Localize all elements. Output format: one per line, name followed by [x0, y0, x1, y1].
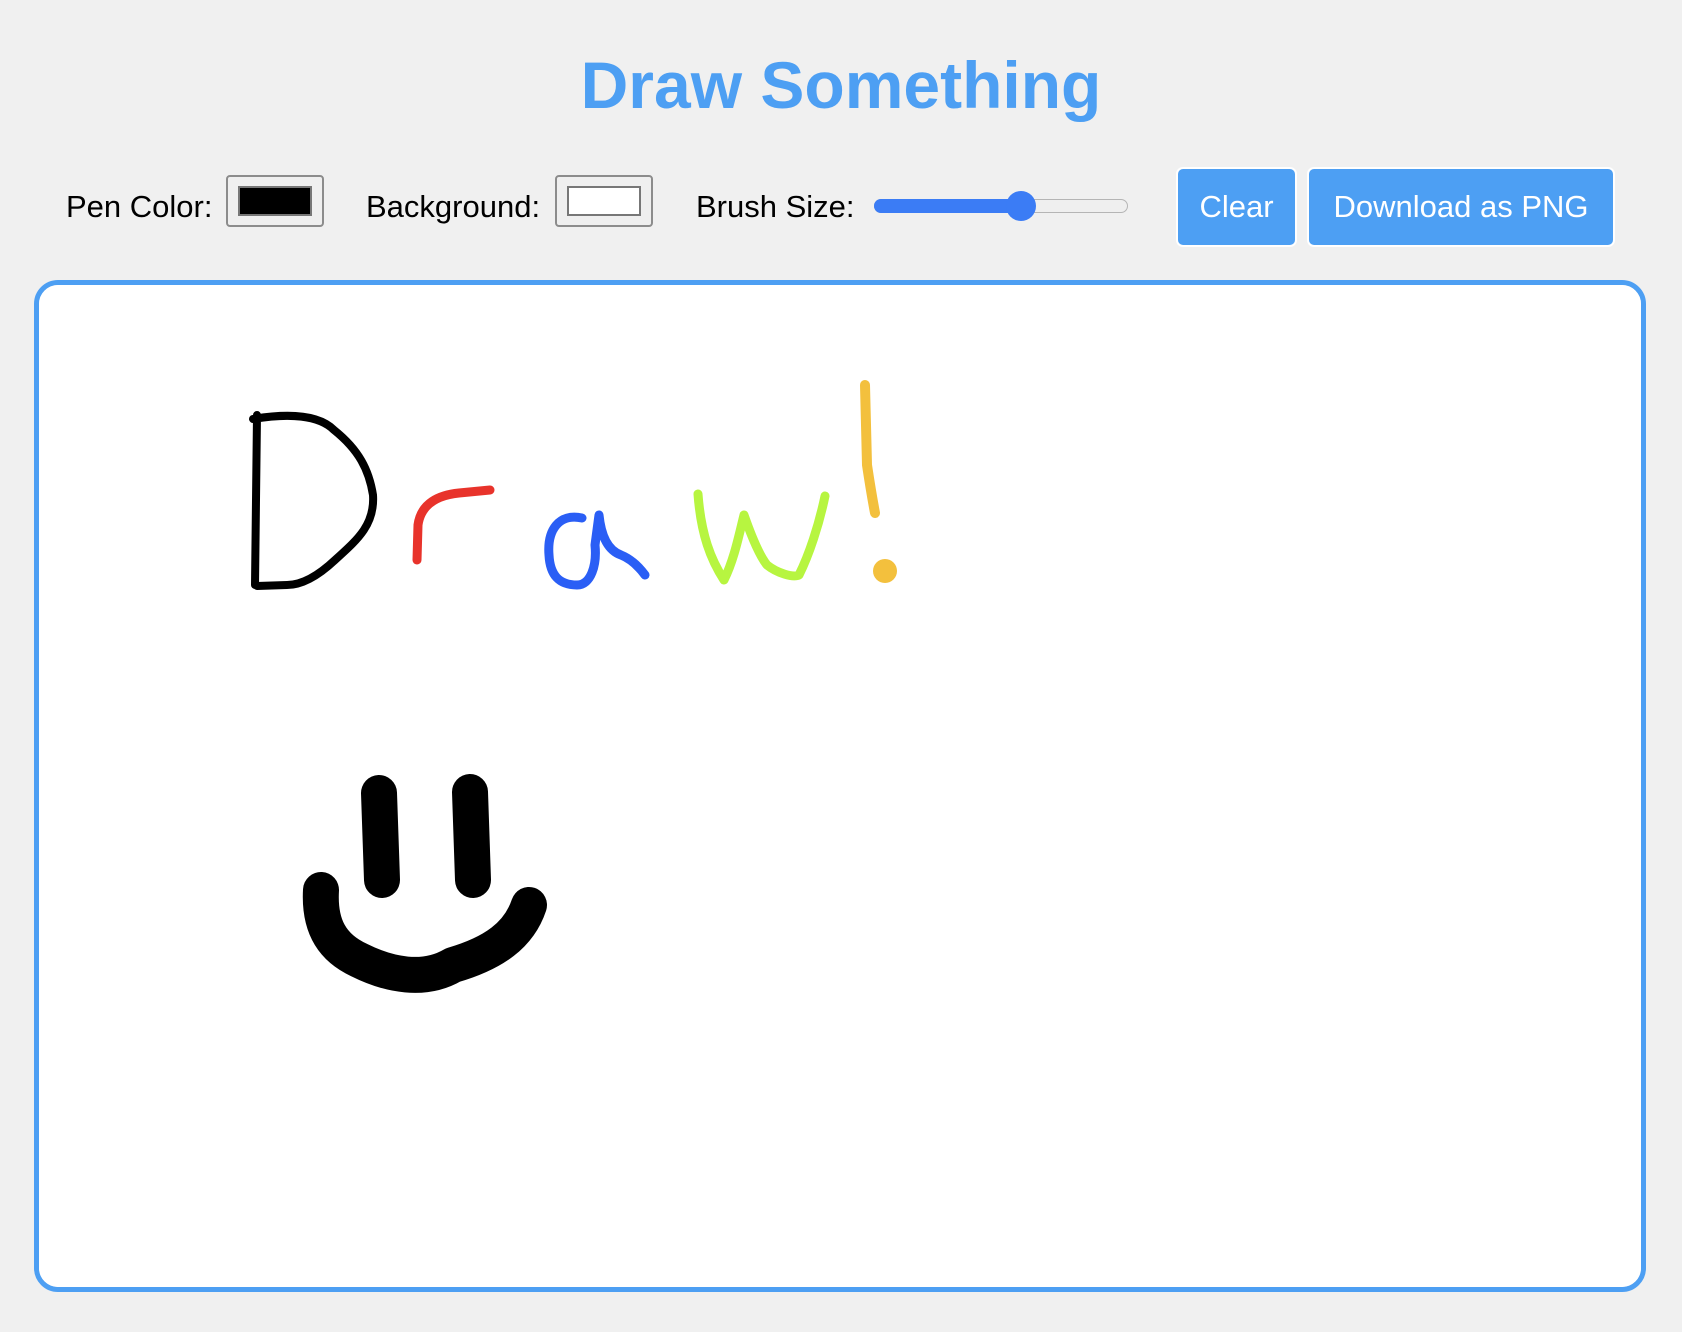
page-title: Draw Something: [580, 48, 1102, 122]
brush-size-slider[interactable]: [874, 191, 1130, 221]
background-label: Background:: [366, 189, 541, 224]
slider-thumb[interactable]: [1006, 191, 1036, 221]
toolbar: Pen Color: Background: Brush Size: Clear…: [0, 165, 1682, 247]
stroke-smiley-right-eye: [452, 774, 491, 898]
brush-size-label: Brush Size:: [696, 189, 855, 224]
drawing-canvas[interactable]: [34, 280, 1646, 1292]
pen-color-swatch: [238, 186, 312, 216]
stroke-exclamation-dot: [873, 559, 897, 583]
download-png-button[interactable]: Download as PNG: [1307, 167, 1615, 247]
slider-fill: [874, 199, 1021, 213]
stroke-smiley-left-eye: [361, 775, 400, 898]
background-color-picker[interactable]: [555, 175, 653, 227]
pen-color-label: Pen Color:: [66, 189, 213, 224]
pen-color-picker[interactable]: [226, 175, 324, 227]
canvas-background: [39, 285, 1641, 1287]
drawing-surface: [39, 285, 1641, 1287]
clear-button[interactable]: Clear: [1176, 167, 1297, 247]
background-color-swatch: [567, 186, 641, 216]
